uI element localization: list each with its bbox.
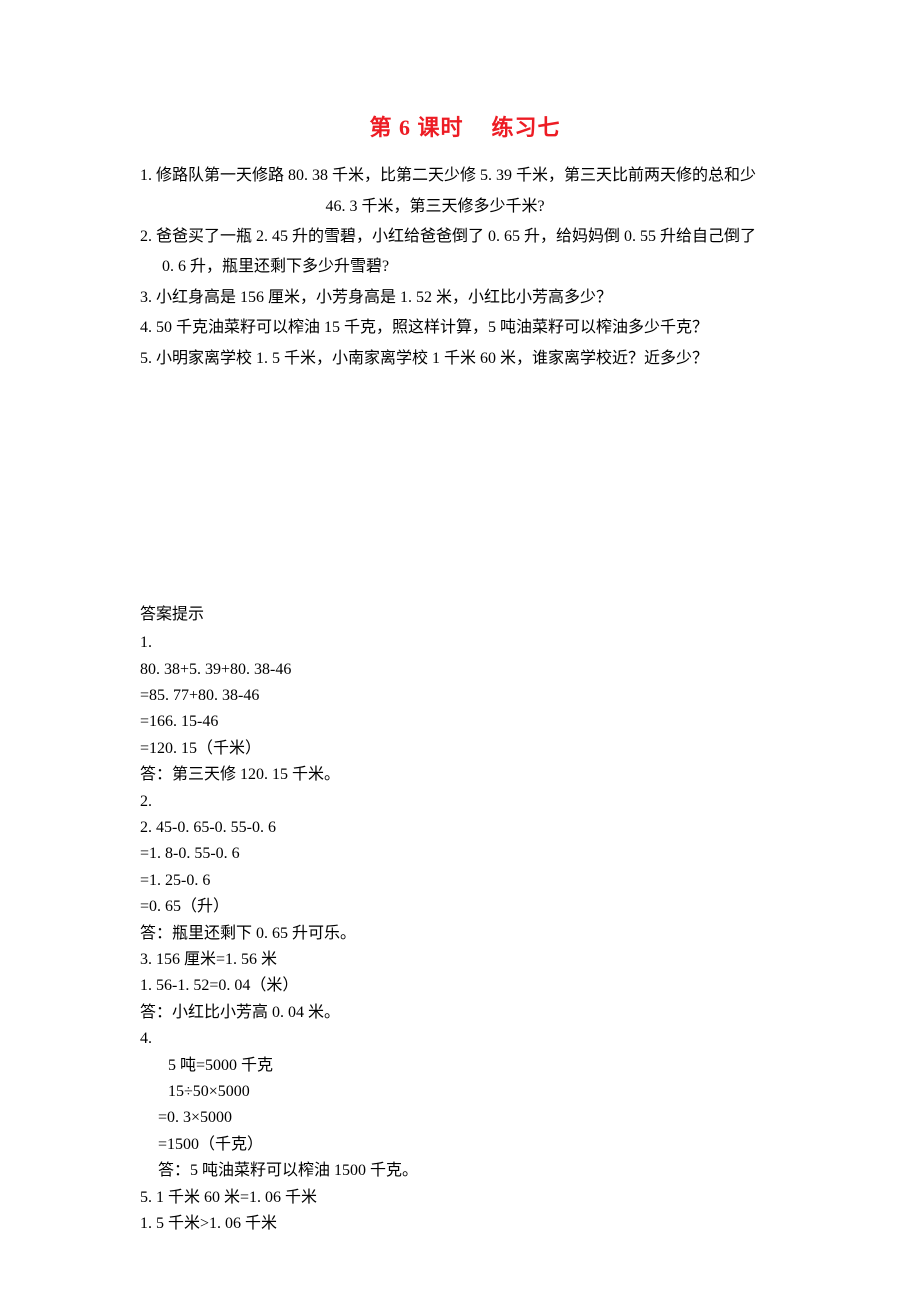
answer-4-line-2: 15÷50×5000 <box>140 1079 790 1105</box>
answer-4-number: 4. <box>140 1026 790 1052</box>
page-title: 第 6 课时 练习七 <box>140 110 790 145</box>
answer-2-line-3: =1. 25-0. 6 <box>140 868 790 894</box>
answer-2-line-1: 2. 45-0. 65-0. 55-0. 6 <box>140 815 790 841</box>
answer-4-line-1: 5 吨=5000 千克 <box>140 1053 790 1079</box>
answer-5-line-1: 5. 1 千米 60 米=1. 06 千米 <box>140 1185 790 1211</box>
answers-heading: 答案提示 <box>140 602 790 628</box>
answer-1-line-3: =166. 15-46 <box>140 709 790 735</box>
answer-3-line-1: 3. 156 厘米=1. 56 米 <box>140 947 790 973</box>
answers-section: 答案提示 1. 80. 38+5. 39+80. 38-46 =85. 77+8… <box>140 602 790 1237</box>
answer-1-line-1: 80. 38+5. 39+80. 38-46 <box>140 657 790 683</box>
title-part-1: 第 6 课时 <box>369 115 463 140</box>
answer-2-line-2: =1. 8-0. 55-0. 6 <box>140 841 790 867</box>
question-3: 3. 小红身高是 156 厘米，小芳身高是 1. 52 米，小红比小芳高多少？ <box>140 285 790 311</box>
answer-1-line-2: =85. 77+80. 38-46 <box>140 683 790 709</box>
question-5: 5. 小明家离学校 1. 5 千米，小南家离学校 1 千米 60 米，谁家离学校… <box>140 346 790 372</box>
answer-2-line-5: 答：瓶里还剩下 0. 65 升可乐。 <box>140 921 790 947</box>
question-1-line-2: 46. 3 千米，第三天修多少千米? <box>140 194 790 220</box>
answer-5-line-2: 1. 5 千米>1. 06 千米 <box>140 1211 790 1237</box>
answer-3-line-2: 1. 56-1. 52=0. 04（米） <box>140 973 790 999</box>
answer-4-line-3: =0. 3×5000 <box>140 1105 790 1131</box>
question-4: 4. 50 千克油菜籽可以榨油 15 千克，照这样计算，5 吨油菜籽可以榨油多少… <box>140 315 790 341</box>
answer-3-line-3: 答：小红比小芳高 0. 04 米。 <box>140 1000 790 1026</box>
question-2-line-1: 2. 爸爸买了一瓶 2. 45 升的雪碧，小红给爸爸倒了 0. 65 升，给妈妈… <box>140 224 790 250</box>
answer-2-line-4: =0. 65（升） <box>140 894 790 920</box>
answer-4-line-4: =1500（千克） <box>140 1132 790 1158</box>
answer-2-number: 2. <box>140 789 790 815</box>
question-2-line-2: 0. 6 升，瓶里还剩下多少升雪碧? <box>140 254 790 280</box>
questions-section: 1. 修路队第一天修路 80. 38 千米，比第二天少修 5. 39 千米，第三… <box>140 163 790 372</box>
answer-1-line-4: =120. 15（千米） <box>140 736 790 762</box>
answer-1-line-5: 答：第三天修 120. 15 千米。 <box>140 762 790 788</box>
answer-4-line-5: 答：5 吨油菜籽可以榨油 1500 千克。 <box>140 1158 790 1184</box>
question-1-line-1: 1. 修路队第一天修路 80. 38 千米，比第二天少修 5. 39 千米，第三… <box>140 163 790 189</box>
title-part-2: 练习七 <box>492 115 561 140</box>
answer-1-number: 1. <box>140 630 790 656</box>
